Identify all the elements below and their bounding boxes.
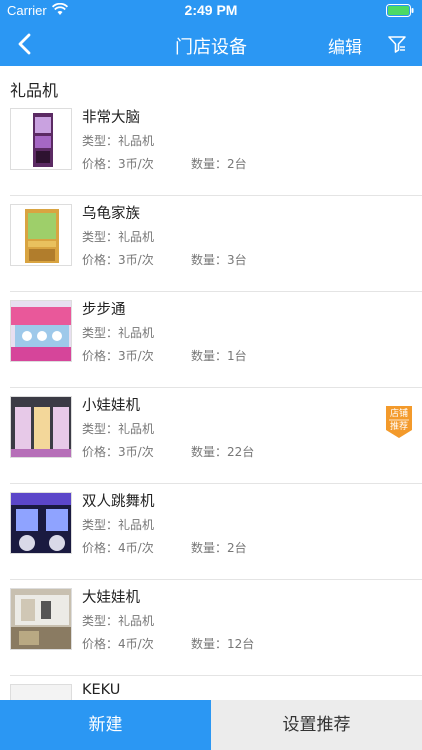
device-type: 类型：礼品机 <box>82 228 154 245</box>
device-type: 类型：礼品机 <box>82 132 154 149</box>
device-image <box>10 396 72 458</box>
qty-label: 数量： <box>191 157 228 171</box>
device-price: 价格：3币/次 <box>82 155 154 172</box>
type-value: 礼品机 <box>118 614 155 628</box>
bottom-bar: 新建 设置推荐 <box>0 700 422 750</box>
qty-label: 数量： <box>191 253 228 267</box>
qty-label: 数量： <box>191 445 228 459</box>
device-quantity: 数量：2台 <box>191 155 247 172</box>
list-item[interactable]: 小娃娃机 类型：礼品机 价格：3币/次 数量：22台 店铺 推荐 <box>10 388 422 484</box>
device-quantity: 数量：1台 <box>191 347 247 364</box>
device-quantity: 数量：12台 <box>191 635 254 652</box>
device-price: 价格：3币/次 <box>82 443 154 460</box>
qty-label: 数量： <box>191 637 228 651</box>
qty-label: 数量： <box>191 541 228 555</box>
qty-value: 3台 <box>227 253 247 267</box>
list-item[interactable]: 大娃娃机 类型：礼品机 价格：4币/次 数量：12台 <box>10 580 422 676</box>
device-name: KEKU <box>82 682 121 698</box>
battery-icon <box>386 4 414 17</box>
price-label: 价格： <box>82 445 119 459</box>
device-price: 价格：4币/次 <box>82 635 154 652</box>
type-label: 类型： <box>82 134 119 148</box>
price-value: 3币/次 <box>118 349 154 363</box>
top-bar: Carrier 2:49 PM 门店设备 编辑 <box>0 0 422 66</box>
type-value: 礼品机 <box>118 230 155 244</box>
price-value: 3币/次 <box>118 445 154 459</box>
type-value: 礼品机 <box>118 326 155 340</box>
device-name: 步步通 <box>82 302 126 318</box>
device-name: 小娃娃机 <box>82 398 140 414</box>
price-value: 3币/次 <box>118 253 154 267</box>
device-name: 非常大脑 <box>82 110 140 126</box>
device-list: 非常大脑 类型：礼品机 价格：3币/次 数量：2台 乌龟家族 类型：礼品机 价格… <box>0 100 422 750</box>
new-button[interactable]: 新建 <box>0 700 211 750</box>
device-image <box>10 588 72 650</box>
price-label: 价格： <box>82 157 119 171</box>
list-item[interactable]: 乌龟家族 类型：礼品机 价格：3币/次 数量：3台 <box>10 196 422 292</box>
type-label: 类型： <box>82 422 119 436</box>
price-label: 价格： <box>82 253 119 267</box>
device-name: 双人跳舞机 <box>82 494 155 510</box>
type-label: 类型： <box>82 614 119 628</box>
device-quantity: 数量：2台 <box>191 539 247 556</box>
status-time: 2:49 PM <box>184 2 238 18</box>
type-value: 礼品机 <box>118 422 155 436</box>
type-label: 类型： <box>82 230 119 244</box>
type-value: 礼品机 <box>118 134 155 148</box>
price-value: 3币/次 <box>118 157 154 171</box>
qty-label: 数量： <box>191 349 228 363</box>
device-quantity: 数量：22台 <box>191 443 254 460</box>
section-title: 礼品机 <box>10 81 59 100</box>
badge-text-bottom: 推荐 <box>389 422 408 432</box>
qty-value: 2台 <box>227 157 247 171</box>
status-bar: Carrier 2:49 PM <box>0 0 422 22</box>
edit-button[interactable]: 编辑 <box>328 33 362 58</box>
price-label: 价格： <box>82 637 119 651</box>
price-value: 4币/次 <box>118 541 154 555</box>
qty-value: 22台 <box>227 445 255 459</box>
device-image <box>10 492 72 554</box>
price-label: 价格： <box>82 349 119 363</box>
filter-icon <box>388 36 406 53</box>
device-type: 类型：礼品机 <box>82 324 154 341</box>
device-price: 价格：3币/次 <box>82 251 154 268</box>
set-recommend-button[interactable]: 设置推荐 <box>211 700 422 750</box>
device-image <box>10 300 72 362</box>
device-price: 价格：4币/次 <box>82 539 154 556</box>
filter-button[interactable] <box>386 33 408 55</box>
list-item[interactable]: 双人跳舞机 类型：礼品机 价格：4币/次 数量：2台 <box>10 484 422 580</box>
qty-value: 2台 <box>227 541 247 555</box>
device-image <box>10 204 72 266</box>
type-label: 类型： <box>82 518 119 532</box>
device-quantity: 数量：3台 <box>191 251 247 268</box>
nav-bar: 门店设备 编辑 <box>0 22 422 66</box>
qty-value: 1台 <box>227 349 247 363</box>
type-label: 类型： <box>82 326 119 340</box>
type-value: 礼品机 <box>118 518 155 532</box>
device-type: 类型：礼品机 <box>82 516 154 533</box>
list-item[interactable]: 非常大脑 类型：礼品机 价格：3币/次 数量：2台 <box>10 100 422 196</box>
device-price: 价格：3币/次 <box>82 347 154 364</box>
device-type: 类型：礼品机 <box>82 612 154 629</box>
list-item[interactable]: 步步通 类型：礼品机 价格：3币/次 数量：1台 <box>10 292 422 388</box>
recommend-badge: 店铺 推荐 <box>386 406 412 438</box>
price-label: 价格： <box>82 541 119 555</box>
device-name: 大娃娃机 <box>82 590 140 606</box>
device-name: 乌龟家族 <box>82 206 140 222</box>
badge-text-top: 店铺 <box>389 409 408 419</box>
price-value: 4币/次 <box>118 637 154 651</box>
device-image <box>10 108 72 170</box>
device-type: 类型：礼品机 <box>82 420 154 437</box>
qty-value: 12台 <box>227 637 255 651</box>
